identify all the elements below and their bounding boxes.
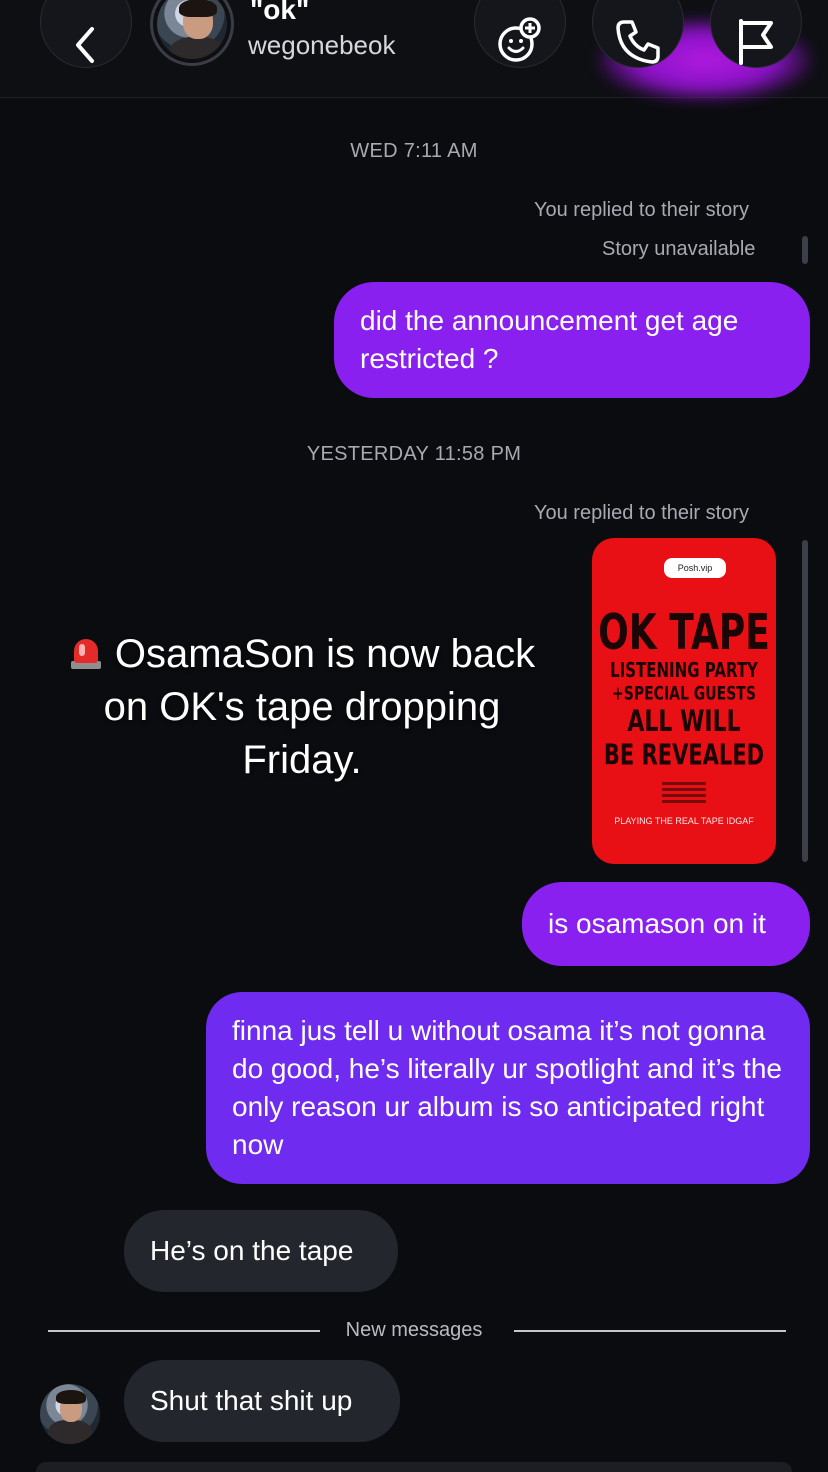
overlay-caption: OsamaSon is now back on OK's tape droppi… bbox=[32, 628, 572, 787]
new-messages-divider bbox=[514, 1330, 786, 1332]
message-text: He’s on the tape bbox=[150, 1235, 354, 1266]
back-chevron-icon bbox=[76, 27, 94, 63]
flag-icon bbox=[739, 19, 773, 65]
message-text: finna jus tell u without osama it’s not … bbox=[232, 1015, 782, 1160]
received-message[interactable]: He’s on the tape bbox=[124, 1210, 398, 1292]
effects-icon bbox=[498, 17, 541, 62]
back-button[interactable] bbox=[40, 0, 132, 68]
avatar bbox=[157, 0, 227, 59]
contact-avatar[interactable] bbox=[150, 0, 234, 66]
story-footer: PLAYING THE REAL TAPE IDGAF bbox=[614, 816, 754, 826]
story-line: +SPECIAL GUESTS bbox=[612, 683, 756, 705]
posh-badge: Posh.vip bbox=[664, 558, 726, 578]
story-unavailable-label: Story unavailable bbox=[602, 238, 756, 260]
caption-line-1: OsamaSon is now back bbox=[32, 628, 572, 681]
caption-line-2: on OK's tape dropping bbox=[103, 685, 501, 729]
sender-avatar[interactable] bbox=[40, 1384, 100, 1444]
caption-line-3: Friday. bbox=[242, 738, 362, 782]
story-preview-card[interactable]: Posh.vip OK TAPE LISTENING PARTY +SPECIA… bbox=[592, 538, 776, 864]
effects-button[interactable] bbox=[474, 0, 566, 68]
sent-message[interactable]: is osamason on it bbox=[522, 882, 810, 966]
message-text: Shut that shit up bbox=[150, 1385, 353, 1416]
caption-text: OsamaSon is now back bbox=[114, 632, 536, 676]
contact-username[interactable]: wegonebeok bbox=[248, 30, 395, 61]
siren-icon bbox=[69, 637, 103, 671]
contact-name[interactable]: "ok" bbox=[250, 0, 309, 26]
story-line: ALL WILL bbox=[627, 705, 741, 740]
message-text: is osamason on it bbox=[548, 908, 766, 939]
message-text: did the announcement get age restricted … bbox=[360, 305, 739, 374]
chat-header: "ok" wegonebeok bbox=[0, 0, 828, 102]
story-line: BE REVEALED bbox=[603, 738, 765, 772]
timestamp: WED 7:11 AM bbox=[350, 140, 478, 162]
phone-icon bbox=[616, 20, 660, 64]
composer-edge bbox=[36, 1462, 792, 1472]
story-line: LISTENING PARTY bbox=[610, 657, 758, 683]
story-fine-print bbox=[662, 782, 706, 804]
timestamp: YESTERDAY 11:58 PM bbox=[306, 443, 522, 465]
story-reply-bar bbox=[802, 236, 808, 264]
story-title: OK TAPE bbox=[598, 605, 770, 661]
story-reply-note: You replied to their story bbox=[534, 199, 749, 221]
received-message[interactable]: Shut that shit up bbox=[124, 1360, 400, 1442]
story-reply-note: You replied to their story bbox=[534, 502, 749, 524]
sent-message[interactable]: finna jus tell u without osama it’s not … bbox=[206, 992, 810, 1184]
sent-message[interactable]: did the announcement get age restricted … bbox=[334, 282, 810, 398]
story-reply-bar bbox=[802, 540, 808, 862]
